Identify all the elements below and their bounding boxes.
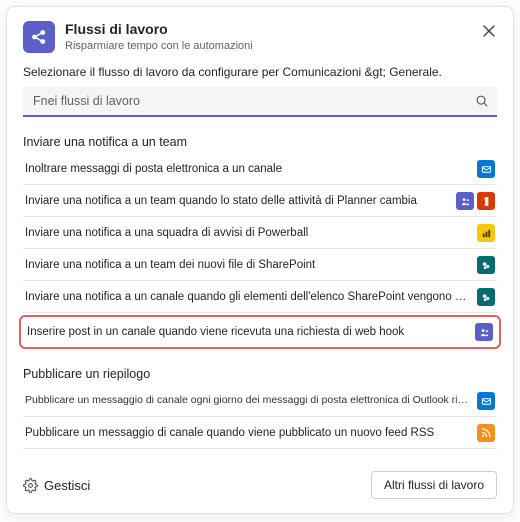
flow-badges — [477, 392, 495, 410]
flow-row[interactable]: Pubblicare un messaggio di canale ogni g… — [23, 385, 497, 417]
flow-row[interactable]: Pubblicare un messaggio di canale quando… — [23, 417, 497, 449]
rss-icon — [477, 424, 495, 442]
panel-footer: Gestisci Altri flussi di lavoro — [23, 471, 497, 499]
more-workflows-button[interactable]: Altri flussi di lavoro — [371, 471, 497, 499]
search-icon — [475, 94, 489, 108]
flow-row[interactable]: Inviare una notifica a un team quando lo… — [23, 185, 497, 217]
flow-row[interactable]: Inviare una notifica a un team dei nuovi… — [23, 249, 497, 281]
flow-label: Pubblicare un messaggio di canale ogni g… — [25, 394, 469, 407]
header-text: Flussi di lavoro Risparmiare tempo con l… — [65, 21, 253, 53]
sections-container: Inviare una notifica a un team Inoltrare … — [23, 135, 497, 449]
section-label: Pubblicare un riepilogo — [23, 367, 497, 381]
flow-badges — [477, 224, 495, 242]
flow-badges — [475, 323, 493, 341]
flow-row[interactable]: Inviare una notifica a un canale quando … — [23, 281, 497, 313]
config-prompt: Selezionare il flusso di lavoro da confi… — [23, 65, 497, 79]
powerbi-icon — [477, 224, 495, 242]
close-icon — [482, 24, 496, 38]
workflows-panel: Flussi di lavoro Risparmiare tempo con l… — [6, 6, 514, 514]
flow-label: Inserire post in un canale quando viene … — [27, 325, 467, 339]
section-label: Inviare una notifica a un team — [23, 135, 497, 149]
search-field-wrap[interactable] — [23, 87, 497, 117]
flow-badges — [477, 424, 495, 442]
flow-badges — [456, 192, 495, 210]
outlook-icon — [477, 160, 495, 178]
outlook-icon — [477, 392, 495, 410]
close-button[interactable] — [479, 21, 499, 41]
teams-icon — [475, 323, 493, 341]
flow-row[interactable]: Inoltrare messaggi di posta elettronica … — [23, 153, 497, 185]
flow-label: Inviare una notifica a un team quando lo… — [25, 194, 448, 208]
flow-label: Pubblicare un messaggio di canale quando… — [25, 426, 469, 440]
gear-icon — [23, 478, 38, 493]
panel-title: Flussi di lavoro — [65, 21, 253, 38]
flow-badges — [477, 160, 495, 178]
search-input[interactable] — [31, 93, 475, 109]
manage-label: Gestisci — [44, 478, 90, 493]
panel-header: Flussi di lavoro Risparmiare tempo con l… — [23, 21, 497, 53]
flow-label: Inoltrare messaggi di posta elettronica … — [25, 162, 469, 176]
panel-subtitle: Risparmiare tempo con le automazioni — [65, 40, 253, 53]
flow-badges — [477, 256, 495, 274]
sharepoint-icon — [477, 288, 495, 306]
flow-row[interactable]: Inviare una notifica a una squadra di av… — [23, 217, 497, 249]
workflow-app-icon — [23, 21, 55, 53]
flow-label: Inviare una notifica a un team dei nuovi… — [25, 258, 469, 272]
flow-row[interactable]: Inserire post in un canale quando viene … — [19, 315, 501, 349]
manage-button[interactable]: Gestisci — [23, 478, 90, 493]
office-icon — [477, 192, 495, 210]
teams-icon — [456, 192, 474, 210]
sharepoint-icon — [477, 256, 495, 274]
flow-badges — [477, 288, 495, 306]
flow-label: Inviare una notifica a una squadra di av… — [25, 226, 469, 240]
flow-label: Inviare una notifica a un canale quando … — [25, 290, 469, 304]
